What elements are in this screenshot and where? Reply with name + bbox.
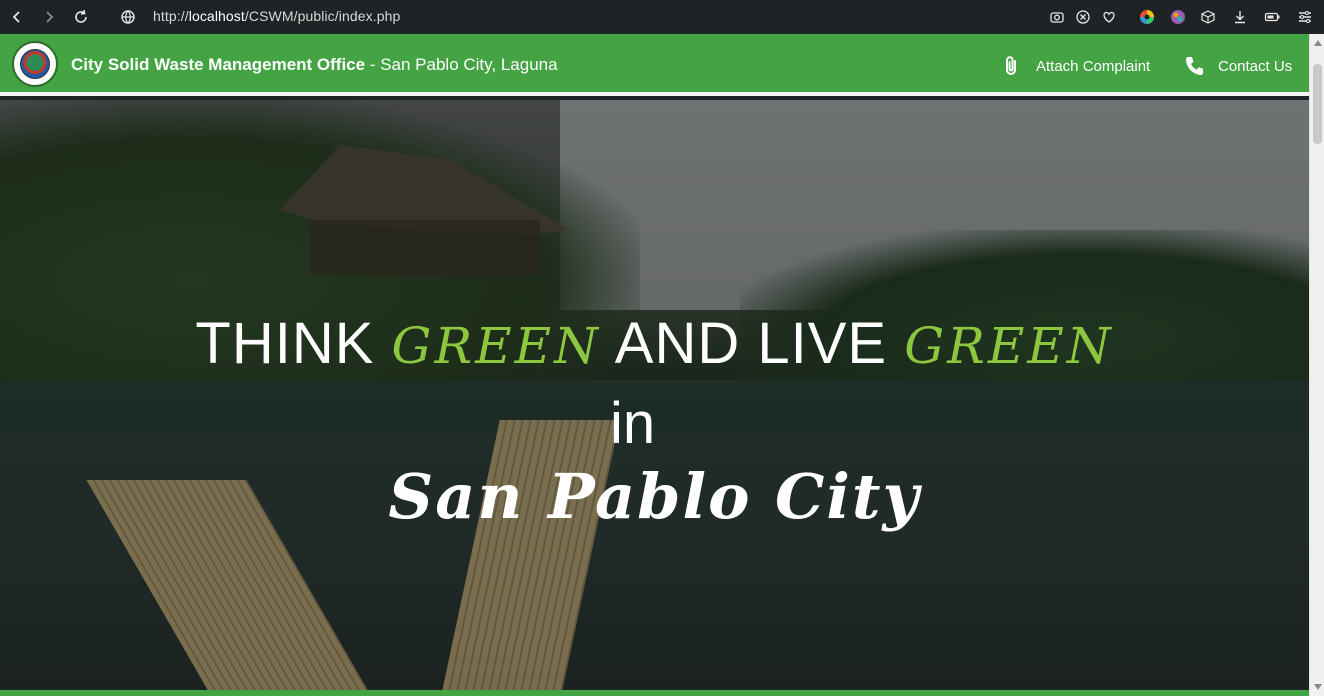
nav-attach-complaint-label: Attach Complaint (1036, 57, 1151, 75)
address-bar[interactable]: http://localhost/CSWM/public/index.php (153, 8, 400, 24)
url-prefix: http:// (153, 8, 189, 24)
headline-think: THINK (195, 311, 392, 376)
palette-icon[interactable] (1169, 8, 1187, 26)
battery-icon[interactable] (1263, 8, 1281, 26)
scroll-down-icon[interactable] (1314, 684, 1322, 690)
brand-location: - San Pablo City, Laguna (365, 55, 558, 74)
page-scrollbar[interactable] (1309, 34, 1324, 696)
browser-toolbar: http://localhost/CSWM/public/index.php (0, 0, 1324, 34)
seal-emblem (20, 49, 50, 79)
url-host: localhost (188, 8, 245, 24)
forward-icon[interactable] (38, 6, 60, 28)
nav-attach-complaint[interactable]: Attach Complaint (1002, 55, 1150, 77)
menu-icon[interactable] (1296, 8, 1314, 26)
headline-green-2: GREEN (904, 317, 1114, 375)
heart-icon[interactable] (1100, 8, 1118, 26)
headline-in: in (610, 391, 656, 456)
scroll-thumb[interactable] (1313, 64, 1322, 144)
web-page: City Solid Waste Management Office - San… (0, 34, 1309, 696)
hero-headline: THINK GREEN AND LIVE GREEN (0, 310, 1309, 377)
city-seal-logo[interactable] (12, 41, 58, 87)
url-path: /CSWM/public/index.php (244, 8, 401, 24)
bottom-green-strip (0, 690, 1309, 696)
hero-hut-image (280, 145, 570, 275)
site-info-icon[interactable] (117, 6, 139, 28)
brand-office-name: City Solid Waste Management Office (71, 55, 366, 74)
reload-icon[interactable] (70, 6, 92, 28)
hero-banner: THINK GREEN AND LIVE GREEN in San Pablo … (0, 100, 1309, 690)
headline-green-1: GREEN (391, 317, 601, 375)
color-wheel-icon[interactable] (1138, 8, 1156, 26)
shield-icon[interactable] (1074, 8, 1092, 26)
paperclip-icon (1006, 56, 1016, 75)
phone-icon (1186, 57, 1203, 75)
site-header: City Solid Waste Management Office - San… (0, 34, 1309, 96)
nav-contact-us-label: Contact Us (1218, 57, 1293, 75)
back-icon[interactable] (6, 6, 28, 28)
nav-contact-us[interactable]: Contact Us (1184, 55, 1292, 77)
scroll-up-icon[interactable] (1314, 40, 1322, 46)
cube-icon[interactable] (1199, 8, 1217, 26)
headline-city: San Pablo City (388, 460, 921, 533)
camera-icon[interactable] (1048, 8, 1066, 26)
headline-and-live: AND LIVE (600, 311, 905, 376)
download-icon[interactable] (1231, 8, 1249, 26)
site-brand[interactable]: City Solid Waste Management Office - San… (71, 55, 558, 75)
